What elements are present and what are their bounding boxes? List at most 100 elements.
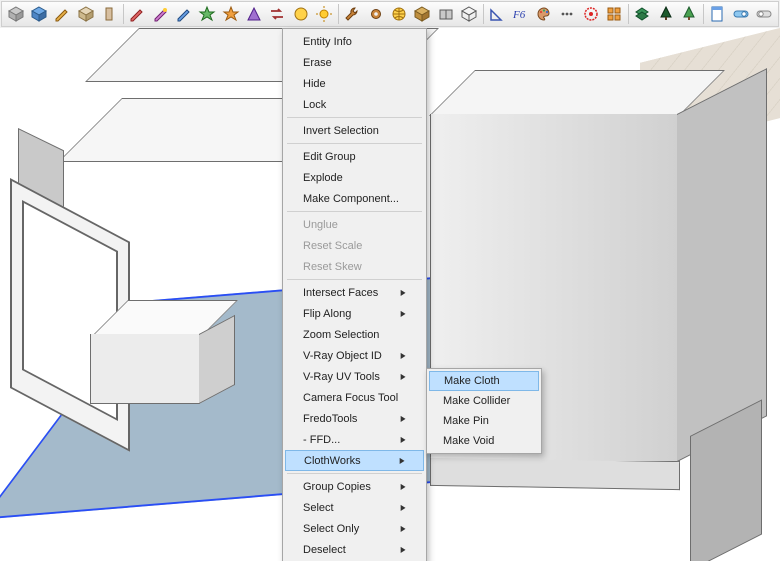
menu-item-label: Make Component... — [303, 193, 399, 205]
menu-item-label: - FFD... — [303, 434, 340, 446]
menu-item-lock[interactable]: Lock — [285, 94, 424, 115]
menu-item-label: Unglue — [303, 219, 338, 231]
menu-item-make-component[interactable]: Make Component... — [285, 188, 424, 209]
toggle-icon[interactable] — [729, 3, 752, 25]
star-orange-icon[interactable] — [219, 3, 242, 25]
star-badge-icon[interactable] — [289, 3, 312, 25]
submenu-arrow-icon: ▶ — [400, 435, 405, 444]
palette-icon[interactable] — [532, 3, 555, 25]
menu-item-entity-info[interactable]: Entity Info — [285, 31, 424, 52]
menu-item-label: Zoom Selection — [303, 329, 379, 341]
submenu-item-make-pin[interactable]: Make Pin — [429, 411, 539, 431]
menu-item-v-ray-object-id[interactable]: V-Ray Object ID ▶ — [285, 345, 424, 366]
grid-orange-icon[interactable] — [603, 3, 626, 25]
submenu-arrow-icon: ▶ — [399, 456, 404, 465]
cube-solid-icon[interactable] — [411, 3, 434, 25]
package-icon[interactable] — [434, 3, 457, 25]
cabinet-top[interactable] — [429, 70, 725, 116]
submenu-item-label: Make Collider — [443, 395, 510, 407]
menu-item-label: Invert Selection — [303, 125, 379, 137]
cube-grey-icon[interactable] — [4, 3, 27, 25]
menu-item-label: Lock — [303, 99, 326, 111]
menu-item-label: Camera Focus Tool — [303, 392, 398, 404]
menu-item-reset-scale: Reset Scale — [285, 235, 424, 256]
menu-item-label: Explode — [303, 172, 343, 184]
context-submenu[interactable]: Make Cloth Make Collider Make Pin Make Void — [426, 368, 542, 454]
menu-item-edit-group[interactable]: Edit Group — [285, 146, 424, 167]
dots-icon[interactable] — [556, 3, 579, 25]
menu-item-explode[interactable]: Explode — [285, 167, 424, 188]
tree-dark-icon[interactable] — [654, 3, 677, 25]
cabinet-base[interactable] — [430, 458, 680, 490]
arrow-swap-icon[interactable] — [266, 3, 289, 25]
menu-item-clothworks[interactable]: ClothWorks ▶ — [285, 450, 424, 471]
target-red-icon[interactable] — [579, 3, 602, 25]
menu-item-flip-along[interactable]: Flip Along ▶ — [285, 303, 424, 324]
pencil-icon[interactable] — [51, 3, 74, 25]
toolbar-separator — [123, 4, 124, 24]
pencil-star-icon[interactable] — [149, 3, 172, 25]
menu-item-invert-selection[interactable]: Invert Selection — [285, 120, 424, 141]
menu-item-camera-focus-tool[interactable]: Camera Focus Tool — [285, 387, 424, 408]
menu-separator — [287, 117, 422, 118]
menu-item-erase[interactable]: Erase — [285, 52, 424, 73]
menu-item-label: V-Ray Object ID — [303, 350, 382, 362]
tree-light-icon[interactable] — [678, 3, 701, 25]
toggle-off-icon[interactable] — [753, 3, 776, 25]
angle-icon[interactable] — [486, 3, 509, 25]
submenu-arrow-icon: ▶ — [400, 351, 405, 360]
menu-item-hide[interactable]: Hide — [285, 73, 424, 94]
menu-item-zoom-selection[interactable]: Zoom Selection — [285, 324, 424, 345]
menu-item-label: Select — [303, 502, 334, 514]
context-menu[interactable]: Entity Info Erase Hide Lock Invert Selection… — [282, 28, 427, 561]
submenu-arrow-icon: ▶ — [400, 288, 405, 297]
menu-item-label: Select Only — [303, 523, 359, 535]
column-icon[interactable] — [97, 3, 120, 25]
side-table-front[interactable] — [90, 334, 200, 404]
menu-item-deselect[interactable]: Deselect ▶ — [285, 539, 424, 560]
cube-wire-icon[interactable] — [457, 3, 480, 25]
menu-item-label: ClothWorks — [304, 455, 361, 467]
menu-item-intersect-faces[interactable]: Intersect Faces ▶ — [285, 282, 424, 303]
menu-item-label: V-Ray UV Tools — [303, 371, 380, 383]
menu-item-label: Reset Skew — [303, 261, 362, 273]
f6-script-icon[interactable]: F6 — [509, 3, 532, 25]
layer-green-icon[interactable] — [631, 3, 654, 25]
menu-item-label: Flip Along — [303, 308, 351, 320]
submenu-item-label: Make Pin — [443, 415, 489, 427]
submenu-arrow-icon: ▶ — [400, 482, 405, 491]
menu-item-label: Hide — [303, 78, 326, 90]
cube-tan-icon[interactable] — [74, 3, 97, 25]
pencil-red-icon[interactable] — [126, 3, 149, 25]
wrench-icon[interactable] — [341, 3, 364, 25]
menu-item-select-only[interactable]: Select Only▶ — [285, 518, 424, 539]
cube-blue-icon[interactable] — [27, 3, 50, 25]
globe-icon[interactable] — [387, 3, 410, 25]
submenu-arrow-icon: ▶ — [400, 372, 405, 381]
purple-triangle-icon[interactable] — [242, 3, 265, 25]
submenu-item-make-void[interactable]: Make Void — [429, 431, 539, 451]
gear-brown-icon[interactable] — [364, 3, 387, 25]
menu-item-fredotools[interactable]: FredoTools▶ — [285, 408, 424, 429]
submenu-item-make-cloth[interactable]: Make Cloth — [429, 371, 539, 391]
menu-item-v-ray-uv-tools[interactable]: V-Ray UV Tools ▶ — [285, 366, 424, 387]
svg-text:F6: F6 — [512, 9, 526, 21]
menu-item-select[interactable]: Select ▶ — [285, 497, 424, 518]
submenu-arrow-icon: ▶ — [400, 309, 405, 318]
menu-item-label: FredoTools — [303, 413, 357, 425]
menu-item-group-copies[interactable]: Group Copies ▶ — [285, 476, 424, 497]
submenu-arrow-icon: ▶ — [400, 545, 405, 554]
star-green-icon[interactable] — [196, 3, 219, 25]
pencil-blue-icon[interactable] — [172, 3, 195, 25]
doc-blue-icon[interactable] — [706, 3, 729, 25]
menu-item-label: Deselect — [303, 544, 346, 556]
sun-icon[interactable] — [312, 3, 335, 25]
submenu-arrow-icon: ▶ — [400, 503, 405, 512]
menu-item-label: Group Copies — [303, 481, 371, 493]
menu-item-ffd[interactable]: - FFD... ▶ — [285, 429, 424, 450]
menu-item-label: Intersect Faces — [303, 287, 378, 299]
submenu-item-make-collider[interactable]: Make Collider — [429, 391, 539, 411]
menu-separator — [287, 473, 422, 474]
main-toolbar: F6 — [1, 1, 779, 27]
menu-item-label: Entity Info — [303, 36, 352, 48]
